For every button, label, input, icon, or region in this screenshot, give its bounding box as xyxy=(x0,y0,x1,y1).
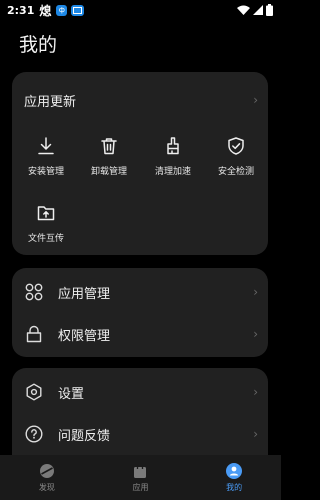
tool-file-transfer[interactable]: 文件互传 xyxy=(16,203,76,244)
shield-check-icon xyxy=(228,137,244,155)
tool-label: 卸载管理 xyxy=(90,167,127,177)
battery-icon xyxy=(266,4,273,16)
wifi-icon xyxy=(237,5,250,15)
download-icon xyxy=(38,137,54,155)
tool-label: 安装管理 xyxy=(27,167,64,177)
help-icon xyxy=(24,424,44,444)
tab-label: 我的 xyxy=(226,482,243,492)
bag-icon xyxy=(134,463,147,478)
app-updates-row[interactable]: 应用更新 › xyxy=(12,87,268,113)
tool-install-manage[interactable]: 安装管理 xyxy=(16,136,76,177)
status-bar: 2:31 熄 ф xyxy=(0,0,281,20)
settings-card: 设置 › 问题反馈 › xyxy=(12,368,268,468)
bottom-tab-bar: 发现 应用 我的 xyxy=(0,455,281,500)
notification-app-icon xyxy=(71,4,85,16)
lock-icon xyxy=(24,324,44,344)
tool-uninstall-manage[interactable]: 卸载管理 xyxy=(79,136,139,177)
notification-badge: ф xyxy=(56,4,68,16)
trash-icon xyxy=(101,138,117,155)
permission-manage-row[interactable]: 权限管理 › xyxy=(12,321,268,347)
gear-icon xyxy=(24,382,44,402)
apps-grid-icon xyxy=(24,282,44,302)
tab-discover[interactable]: 发现 xyxy=(17,463,77,493)
tab-mine[interactable]: 我的 xyxy=(204,462,264,493)
status-icons xyxy=(237,4,273,16)
updates-card: 应用更新 › 安装管理 卸载管理 清理加速 安全检测 文件互传 xyxy=(12,72,268,255)
tab-label: 发现 xyxy=(38,482,55,492)
tab-apps[interactable]: 应用 xyxy=(110,463,170,493)
feedback-label: 问题反馈 xyxy=(58,428,111,444)
tool-label: 安全检测 xyxy=(217,167,254,177)
folder-upload-icon xyxy=(37,206,55,221)
manage-card: 应用管理 › 权限管理 › xyxy=(12,268,268,357)
tool-label: 清理加速 xyxy=(154,167,191,177)
planet-icon xyxy=(39,463,54,478)
chevron-right-icon: › xyxy=(253,327,258,341)
status-time: 2:31 xyxy=(7,3,35,17)
feedback-row[interactable]: 问题反馈 › xyxy=(12,421,268,447)
app-manage-row[interactable]: 应用管理 › xyxy=(12,279,268,305)
user-icon xyxy=(226,462,243,479)
tab-label: 应用 xyxy=(132,482,149,492)
notification-app-glyph: 熄 xyxy=(39,3,52,18)
permission-manage-label: 权限管理 xyxy=(58,328,111,344)
chevron-right-icon: › xyxy=(253,427,258,441)
app-updates-label: 应用更新 xyxy=(24,94,77,110)
app-manage-label: 应用管理 xyxy=(58,286,111,302)
settings-label: 设置 xyxy=(58,386,85,402)
tool-clean-speedup[interactable]: 清理加速 xyxy=(143,136,203,177)
chevron-right-icon: › xyxy=(253,385,258,399)
page-title: 我的 xyxy=(19,34,58,56)
chevron-right-icon: › xyxy=(253,93,258,107)
chevron-right-icon: › xyxy=(253,285,258,299)
tool-label: 文件互传 xyxy=(27,234,64,244)
settings-row[interactable]: 设置 › xyxy=(12,379,268,405)
signal-icon xyxy=(253,5,263,15)
tool-security-check[interactable]: 安全检测 xyxy=(206,136,266,177)
broom-icon xyxy=(167,137,179,155)
